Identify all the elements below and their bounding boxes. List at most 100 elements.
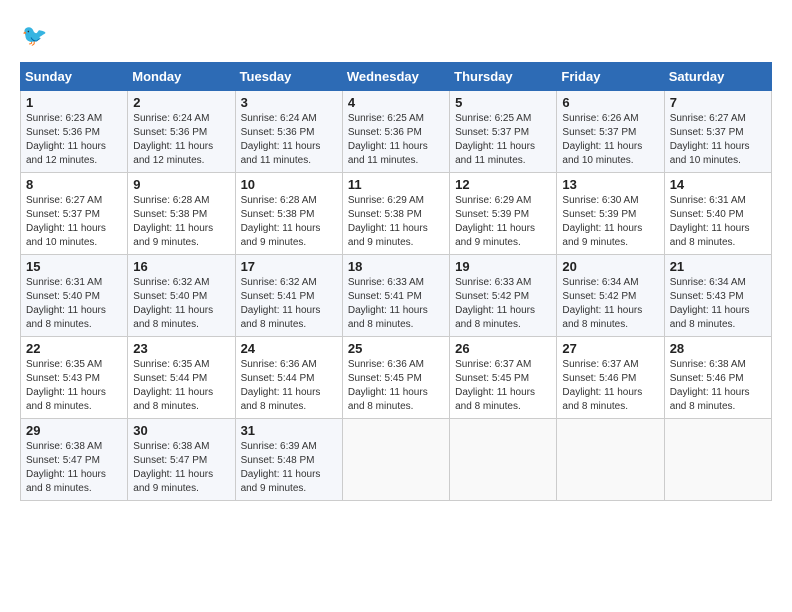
calendar-cell: 1 Sunrise: 6:23 AM Sunset: 5:36 PM Dayli… xyxy=(21,91,128,173)
day-info: Sunrise: 6:29 AM Sunset: 5:38 PM Dayligh… xyxy=(348,194,444,250)
calendar-cell xyxy=(664,419,771,501)
calendar-header-row: SundayMondayTuesdayWednesdayThursdayFrid… xyxy=(21,63,772,91)
calendar-cell: 20 Sunrise: 6:34 AM Sunset: 5:42 PM Dayl… xyxy=(557,255,664,337)
logo: 🐦 xyxy=(20,20,56,52)
day-number: 25 xyxy=(348,341,444,356)
day-header-monday: Monday xyxy=(128,63,235,91)
day-number: 9 xyxy=(133,177,229,192)
day-info: Sunrise: 6:37 AM Sunset: 5:45 PM Dayligh… xyxy=(455,358,551,414)
day-header-wednesday: Wednesday xyxy=(342,63,449,91)
calendar-cell: 30 Sunrise: 6:38 AM Sunset: 5:47 PM Dayl… xyxy=(128,419,235,501)
day-info: Sunrise: 6:27 AM Sunset: 5:37 PM Dayligh… xyxy=(26,194,122,250)
day-header-saturday: Saturday xyxy=(664,63,771,91)
day-info: Sunrise: 6:37 AM Sunset: 5:46 PM Dayligh… xyxy=(562,358,658,414)
calendar-week-4: 22 Sunrise: 6:35 AM Sunset: 5:43 PM Dayl… xyxy=(21,337,772,419)
day-info: Sunrise: 6:29 AM Sunset: 5:39 PM Dayligh… xyxy=(455,194,551,250)
calendar-cell: 5 Sunrise: 6:25 AM Sunset: 5:37 PM Dayli… xyxy=(450,91,557,173)
day-number: 11 xyxy=(348,177,444,192)
day-number: 7 xyxy=(670,95,766,110)
calendar-cell: 19 Sunrise: 6:33 AM Sunset: 5:42 PM Dayl… xyxy=(450,255,557,337)
day-number: 31 xyxy=(241,423,337,438)
day-header-friday: Friday xyxy=(557,63,664,91)
calendar-cell: 2 Sunrise: 6:24 AM Sunset: 5:36 PM Dayli… xyxy=(128,91,235,173)
day-info: Sunrise: 6:38 AM Sunset: 5:47 PM Dayligh… xyxy=(26,440,122,496)
day-info: Sunrise: 6:24 AM Sunset: 5:36 PM Dayligh… xyxy=(133,112,229,168)
calendar-table: SundayMondayTuesdayWednesdayThursdayFrid… xyxy=(20,62,772,501)
calendar-cell: 17 Sunrise: 6:32 AM Sunset: 5:41 PM Dayl… xyxy=(235,255,342,337)
day-number: 4 xyxy=(348,95,444,110)
day-number: 5 xyxy=(455,95,551,110)
calendar-cell: 3 Sunrise: 6:24 AM Sunset: 5:36 PM Dayli… xyxy=(235,91,342,173)
day-number: 8 xyxy=(26,177,122,192)
calendar-cell: 10 Sunrise: 6:28 AM Sunset: 5:38 PM Dayl… xyxy=(235,173,342,255)
day-number: 24 xyxy=(241,341,337,356)
calendar-cell: 12 Sunrise: 6:29 AM Sunset: 5:39 PM Dayl… xyxy=(450,173,557,255)
day-number: 16 xyxy=(133,259,229,274)
calendar-cell xyxy=(342,419,449,501)
day-info: Sunrise: 6:25 AM Sunset: 5:36 PM Dayligh… xyxy=(348,112,444,168)
day-info: Sunrise: 6:33 AM Sunset: 5:41 PM Dayligh… xyxy=(348,276,444,332)
day-number: 27 xyxy=(562,341,658,356)
day-number: 6 xyxy=(562,95,658,110)
day-info: Sunrise: 6:34 AM Sunset: 5:43 PM Dayligh… xyxy=(670,276,766,332)
day-number: 1 xyxy=(26,95,122,110)
day-info: Sunrise: 6:31 AM Sunset: 5:40 PM Dayligh… xyxy=(26,276,122,332)
day-info: Sunrise: 6:31 AM Sunset: 5:40 PM Dayligh… xyxy=(670,194,766,250)
calendar-cell: 9 Sunrise: 6:28 AM Sunset: 5:38 PM Dayli… xyxy=(128,173,235,255)
calendar-body: 1 Sunrise: 6:23 AM Sunset: 5:36 PM Dayli… xyxy=(21,91,772,501)
day-info: Sunrise: 6:33 AM Sunset: 5:42 PM Dayligh… xyxy=(455,276,551,332)
calendar-cell: 11 Sunrise: 6:29 AM Sunset: 5:38 PM Dayl… xyxy=(342,173,449,255)
day-number: 22 xyxy=(26,341,122,356)
calendar-cell: 16 Sunrise: 6:32 AM Sunset: 5:40 PM Dayl… xyxy=(128,255,235,337)
calendar-cell: 18 Sunrise: 6:33 AM Sunset: 5:41 PM Dayl… xyxy=(342,255,449,337)
svg-text:🐦: 🐦 xyxy=(22,24,48,47)
day-info: Sunrise: 6:36 AM Sunset: 5:45 PM Dayligh… xyxy=(348,358,444,414)
calendar-cell: 4 Sunrise: 6:25 AM Sunset: 5:36 PM Dayli… xyxy=(342,91,449,173)
calendar-cell: 22 Sunrise: 6:35 AM Sunset: 5:43 PM Dayl… xyxy=(21,337,128,419)
calendar-cell: 29 Sunrise: 6:38 AM Sunset: 5:47 PM Dayl… xyxy=(21,419,128,501)
day-info: Sunrise: 6:27 AM Sunset: 5:37 PM Dayligh… xyxy=(670,112,766,168)
calendar-week-2: 8 Sunrise: 6:27 AM Sunset: 5:37 PM Dayli… xyxy=(21,173,772,255)
day-info: Sunrise: 6:34 AM Sunset: 5:42 PM Dayligh… xyxy=(562,276,658,332)
day-info: Sunrise: 6:32 AM Sunset: 5:41 PM Dayligh… xyxy=(241,276,337,332)
day-info: Sunrise: 6:39 AM Sunset: 5:48 PM Dayligh… xyxy=(241,440,337,496)
day-number: 13 xyxy=(562,177,658,192)
day-number: 2 xyxy=(133,95,229,110)
day-number: 26 xyxy=(455,341,551,356)
logo-icon: 🐦 xyxy=(20,20,52,52)
day-number: 21 xyxy=(670,259,766,274)
day-header-thursday: Thursday xyxy=(450,63,557,91)
day-info: Sunrise: 6:30 AM Sunset: 5:39 PM Dayligh… xyxy=(562,194,658,250)
calendar-cell xyxy=(450,419,557,501)
calendar-cell: 15 Sunrise: 6:31 AM Sunset: 5:40 PM Dayl… xyxy=(21,255,128,337)
calendar-cell: 7 Sunrise: 6:27 AM Sunset: 5:37 PM Dayli… xyxy=(664,91,771,173)
day-info: Sunrise: 6:26 AM Sunset: 5:37 PM Dayligh… xyxy=(562,112,658,168)
day-number: 18 xyxy=(348,259,444,274)
calendar-cell: 21 Sunrise: 6:34 AM Sunset: 5:43 PM Dayl… xyxy=(664,255,771,337)
calendar-cell xyxy=(557,419,664,501)
day-info: Sunrise: 6:35 AM Sunset: 5:43 PM Dayligh… xyxy=(26,358,122,414)
day-number: 12 xyxy=(455,177,551,192)
day-info: Sunrise: 6:38 AM Sunset: 5:47 PM Dayligh… xyxy=(133,440,229,496)
calendar-cell: 28 Sunrise: 6:38 AM Sunset: 5:46 PM Dayl… xyxy=(664,337,771,419)
day-number: 23 xyxy=(133,341,229,356)
calendar-week-1: 1 Sunrise: 6:23 AM Sunset: 5:36 PM Dayli… xyxy=(21,91,772,173)
day-info: Sunrise: 6:35 AM Sunset: 5:44 PM Dayligh… xyxy=(133,358,229,414)
day-number: 29 xyxy=(26,423,122,438)
day-info: Sunrise: 6:23 AM Sunset: 5:36 PM Dayligh… xyxy=(26,112,122,168)
day-info: Sunrise: 6:28 AM Sunset: 5:38 PM Dayligh… xyxy=(133,194,229,250)
day-number: 3 xyxy=(241,95,337,110)
calendar-cell: 14 Sunrise: 6:31 AM Sunset: 5:40 PM Dayl… xyxy=(664,173,771,255)
calendar-week-3: 15 Sunrise: 6:31 AM Sunset: 5:40 PM Dayl… xyxy=(21,255,772,337)
day-number: 30 xyxy=(133,423,229,438)
day-info: Sunrise: 6:28 AM Sunset: 5:38 PM Dayligh… xyxy=(241,194,337,250)
day-number: 15 xyxy=(26,259,122,274)
calendar-cell: 31 Sunrise: 6:39 AM Sunset: 5:48 PM Dayl… xyxy=(235,419,342,501)
calendar-cell: 24 Sunrise: 6:36 AM Sunset: 5:44 PM Dayl… xyxy=(235,337,342,419)
day-info: Sunrise: 6:25 AM Sunset: 5:37 PM Dayligh… xyxy=(455,112,551,168)
day-number: 14 xyxy=(670,177,766,192)
day-info: Sunrise: 6:24 AM Sunset: 5:36 PM Dayligh… xyxy=(241,112,337,168)
day-number: 28 xyxy=(670,341,766,356)
day-number: 17 xyxy=(241,259,337,274)
day-number: 19 xyxy=(455,259,551,274)
